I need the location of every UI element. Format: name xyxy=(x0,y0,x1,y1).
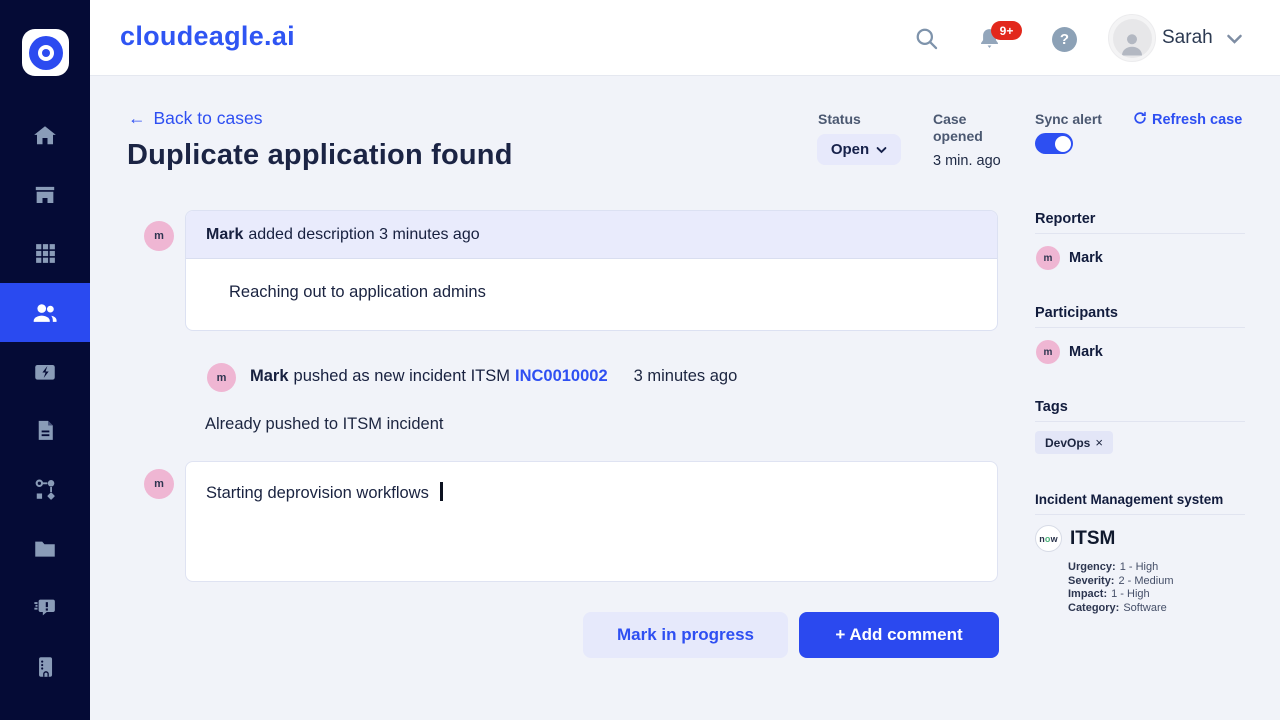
tag-remove-icon[interactable]: × xyxy=(1095,435,1103,450)
incident-system-heading: Incident Management system xyxy=(1035,492,1224,507)
sidebar-item-users[interactable] xyxy=(0,283,90,342)
page-title: Duplicate application found xyxy=(127,139,513,171)
add-comment-button[interactable]: + Add comment xyxy=(799,612,999,658)
back-arrow-icon: ← xyxy=(128,108,146,128)
notification-count-badge: 9+ xyxy=(991,21,1022,40)
timeline-header-text: added description 3 minutes ago xyxy=(248,225,480,243)
brand-wordmark: cloudeagle.ai xyxy=(120,21,295,51)
participant-row: m Mark xyxy=(1036,340,1103,364)
itsm-fields: Urgency: 1 - High Severity: 2 - Medium Imp… xyxy=(1068,561,1174,615)
folder-icon xyxy=(32,536,58,562)
user-avatar[interactable] xyxy=(1108,14,1156,62)
sidebar-item-documents[interactable] xyxy=(0,401,90,460)
cloudeagle-logo-tile[interactable] xyxy=(22,29,69,76)
event-note-text: Already pushed to ITSM incident xyxy=(205,415,444,433)
cloudeagle-logo-icon xyxy=(28,35,63,70)
tag-label: DevOps xyxy=(1045,435,1091,450)
back-to-cases-link[interactable]: ← Back to cases xyxy=(128,108,262,129)
divider xyxy=(1035,514,1245,515)
card-bolt-icon xyxy=(32,359,58,385)
top-header: cloudeagle.ai 9+ ? Sarah xyxy=(90,0,1280,75)
reporter-heading: Reporter xyxy=(1035,211,1096,227)
comment-input[interactable]: Starting deprovision workflows xyxy=(185,461,998,582)
tags-heading: Tags xyxy=(1035,399,1068,415)
case-detail-page: ← Back to cases Duplicate application fo… xyxy=(90,75,1280,720)
sidebar-item-licenses[interactable] xyxy=(0,342,90,401)
users-icon xyxy=(31,299,59,327)
case-opened-value: 3 min. ago xyxy=(933,153,1001,169)
incident-number-link[interactable]: INC0010002 xyxy=(515,367,608,386)
comment-input-value: Starting deprovision workflows xyxy=(206,484,429,502)
avatar: m xyxy=(144,469,174,499)
reporter-row: m Mark xyxy=(1036,246,1103,270)
workflow-icon xyxy=(32,477,58,503)
kiosk-icon xyxy=(32,654,58,680)
sidebar-item-workflows[interactable] xyxy=(0,460,90,519)
itsm-system-name: ITSM xyxy=(1070,527,1116,549)
avatar: m xyxy=(1036,340,1060,364)
avatar: m xyxy=(207,363,236,392)
divider xyxy=(1035,327,1245,328)
status-label: Status xyxy=(818,111,861,127)
sidebar-item-store[interactable] xyxy=(0,165,90,224)
timeline-user: Mark xyxy=(206,225,244,243)
storefront-icon xyxy=(32,182,58,208)
participant-name: Mark xyxy=(1069,344,1103,360)
avatar: m xyxy=(1036,246,1060,270)
avatar: m xyxy=(144,221,174,251)
servicenow-logo-icon: now xyxy=(1035,525,1062,552)
home-icon xyxy=(32,123,58,149)
sidebar-item-apps[interactable] xyxy=(0,224,90,283)
divider xyxy=(1035,233,1245,234)
sidebar-item-alerts[interactable] xyxy=(0,578,90,637)
itsm-field-category: Category: Software xyxy=(1068,601,1167,614)
event-timestamp: 3 minutes ago xyxy=(633,367,738,385)
sidebar-item-devices[interactable] xyxy=(0,637,90,696)
timeline-user: Mark xyxy=(250,367,289,385)
description-card-header: Mark added description 3 minutes ago xyxy=(186,211,997,259)
event-action-text: pushed as new incident ITSM xyxy=(293,367,510,385)
tag-chip-devops[interactable]: DevOps × xyxy=(1035,431,1113,454)
description-card: Mark added description 3 minutes ago Rea… xyxy=(185,210,998,331)
itsm-field-severity: Severity: 2 - Medium xyxy=(1068,574,1174,587)
document-icon xyxy=(33,418,58,443)
sidebar-nav xyxy=(0,106,90,696)
itsm-field-urgency: Urgency: 1 - High xyxy=(1068,561,1159,573)
case-details-panel: Reporter m Mark Participants m Mark Tags… xyxy=(1035,75,1245,720)
mark-in-progress-button[interactable]: Mark in progress xyxy=(583,612,788,658)
divider xyxy=(1035,421,1245,422)
reporter-name: Mark xyxy=(1069,250,1103,266)
participants-heading: Participants xyxy=(1035,305,1118,321)
chat-alert-icon xyxy=(32,595,58,621)
itsm-row: now ITSM xyxy=(1035,525,1115,552)
chevron-down-icon xyxy=(876,141,887,158)
description-text: Reaching out to application admins xyxy=(229,283,486,301)
sidebar-item-folders[interactable] xyxy=(0,519,90,578)
user-name: Sarah xyxy=(1162,27,1213,48)
left-sidebar xyxy=(0,0,90,720)
help-icon[interactable]: ? xyxy=(1052,27,1077,52)
apps-grid-icon xyxy=(33,241,58,266)
text-cursor xyxy=(440,482,443,501)
incident-event-line: Mark pushed as new incident ITSM INC0010… xyxy=(250,367,737,386)
status-dropdown[interactable]: Open xyxy=(817,134,901,165)
sidebar-item-home[interactable] xyxy=(0,106,90,165)
case-opened-label: Case opened xyxy=(933,111,983,144)
search-icon[interactable] xyxy=(913,25,940,57)
itsm-field-impact: Impact: 1 - High xyxy=(1068,588,1150,601)
user-menu-chevron-down-icon[interactable] xyxy=(1226,32,1243,50)
